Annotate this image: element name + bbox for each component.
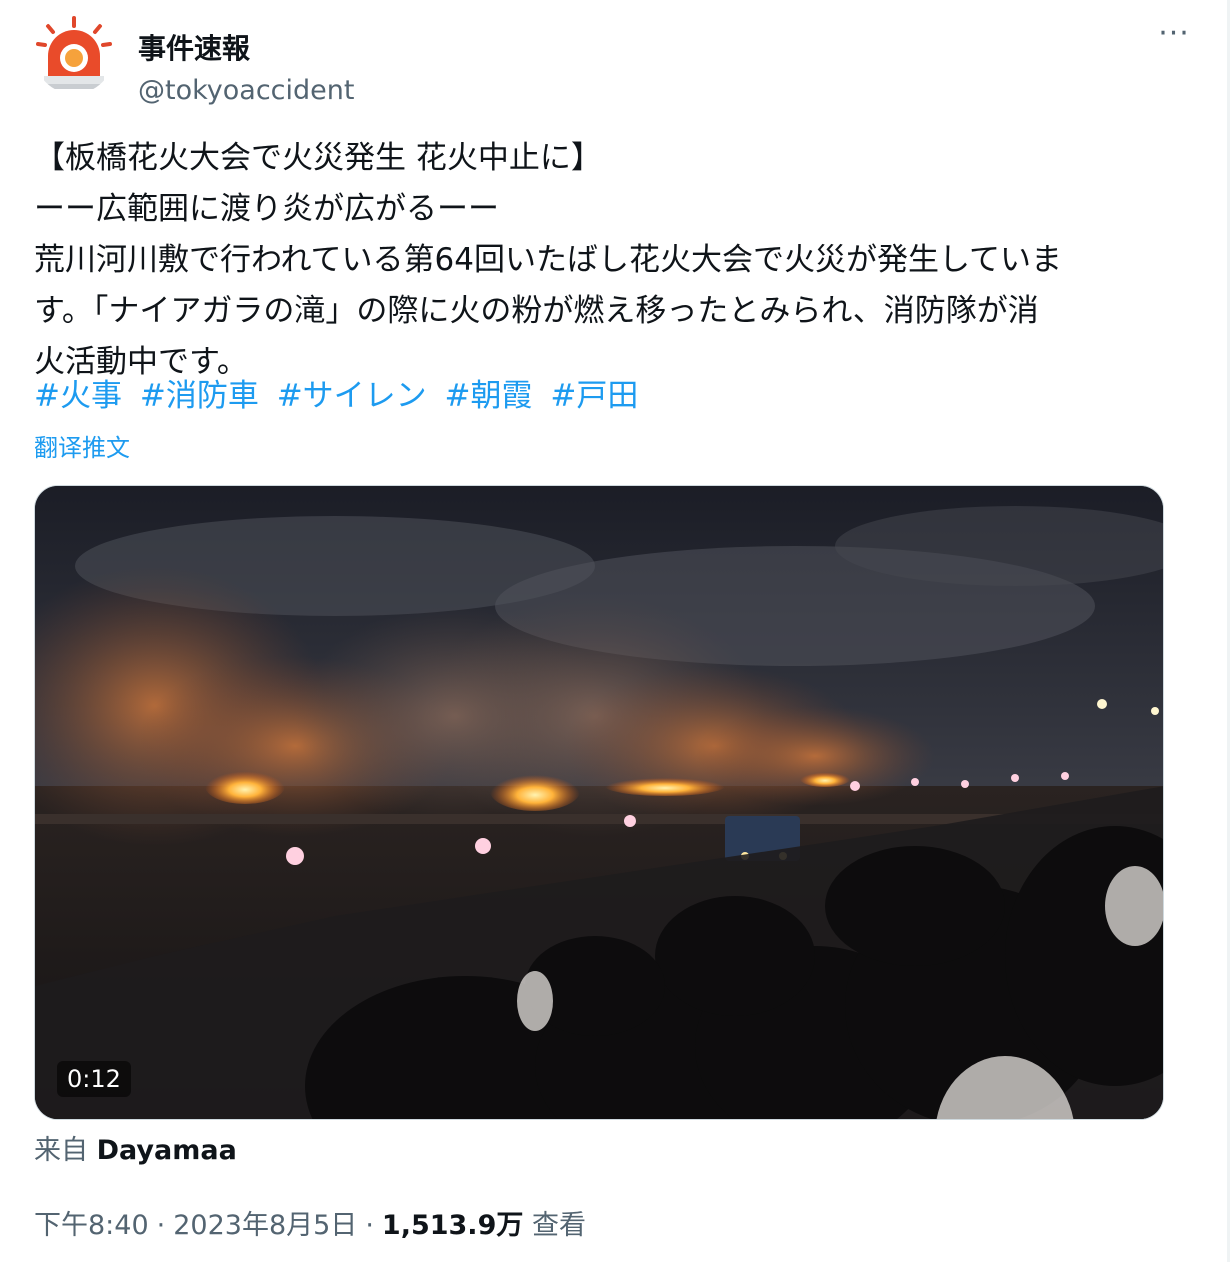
tweet-header: 事件速報 @tokyoaccident ···	[34, 14, 1204, 106]
display-name[interactable]: 事件速報	[138, 32, 250, 66]
tweet-meta: 下午8:40 · 2023年8月5日 · 1,513.9万 查看	[34, 1208, 586, 1244]
video-source: 来自 Dayamaa	[34, 1133, 237, 1169]
video-duration: 0:12	[57, 1061, 131, 1097]
tweet-line: ーー広範囲に渡り炎が広がるーー	[34, 191, 499, 227]
more-options-icon[interactable]: ···	[1154, 19, 1194, 54]
hashtag-link[interactable]: #火事	[34, 378, 122, 414]
video-player[interactable]: 0:12	[34, 485, 1164, 1120]
hashtag-list: #火事 #消防車 #サイレン #朝霞 #戸田	[34, 371, 646, 422]
tweet-line: 荒川河川敷で行われている第64回いたばし花火大会で火災が発生していま	[34, 242, 1063, 278]
siren-icon	[34, 14, 114, 94]
hashtag-link[interactable]: #消防車	[140, 378, 259, 414]
tweet-text: 【板橋花火大会で火災発生 花火中止に】 ーー広範囲に渡り炎が広がるーー 荒川河川…	[34, 133, 1174, 388]
video-thumbnail	[35, 486, 1163, 1119]
tweet-time[interactable]: 下午8:40	[34, 1210, 149, 1241]
user-handle[interactable]: @tokyoaccident	[138, 74, 354, 108]
hashtag-link[interactable]: #戸田	[550, 378, 638, 414]
separator-dot: ·	[365, 1210, 374, 1241]
tweet-line: 【板橋花火大会で火災発生 花火中止に】	[34, 140, 602, 176]
views-count: 1,513.9万	[381, 1210, 524, 1241]
views-label: 查看	[531, 1210, 586, 1241]
tweet-line: す。「ナイアガラの滝」の際に火の粉が燃え移ったとみられ、消防隊が消	[34, 293, 1039, 329]
source-author-link[interactable]: Dayamaa	[97, 1135, 237, 1166]
translate-link[interactable]: 翻译推文	[34, 428, 130, 463]
tweet-date[interactable]: 2023年8月5日	[173, 1210, 357, 1241]
source-prefix: 来自	[34, 1135, 88, 1166]
hashtag-link[interactable]: #サイレン	[277, 378, 427, 414]
separator-dot: ·	[156, 1210, 166, 1241]
hashtag-link[interactable]: #朝霞	[445, 378, 533, 414]
avatar[interactable]	[34, 14, 114, 94]
